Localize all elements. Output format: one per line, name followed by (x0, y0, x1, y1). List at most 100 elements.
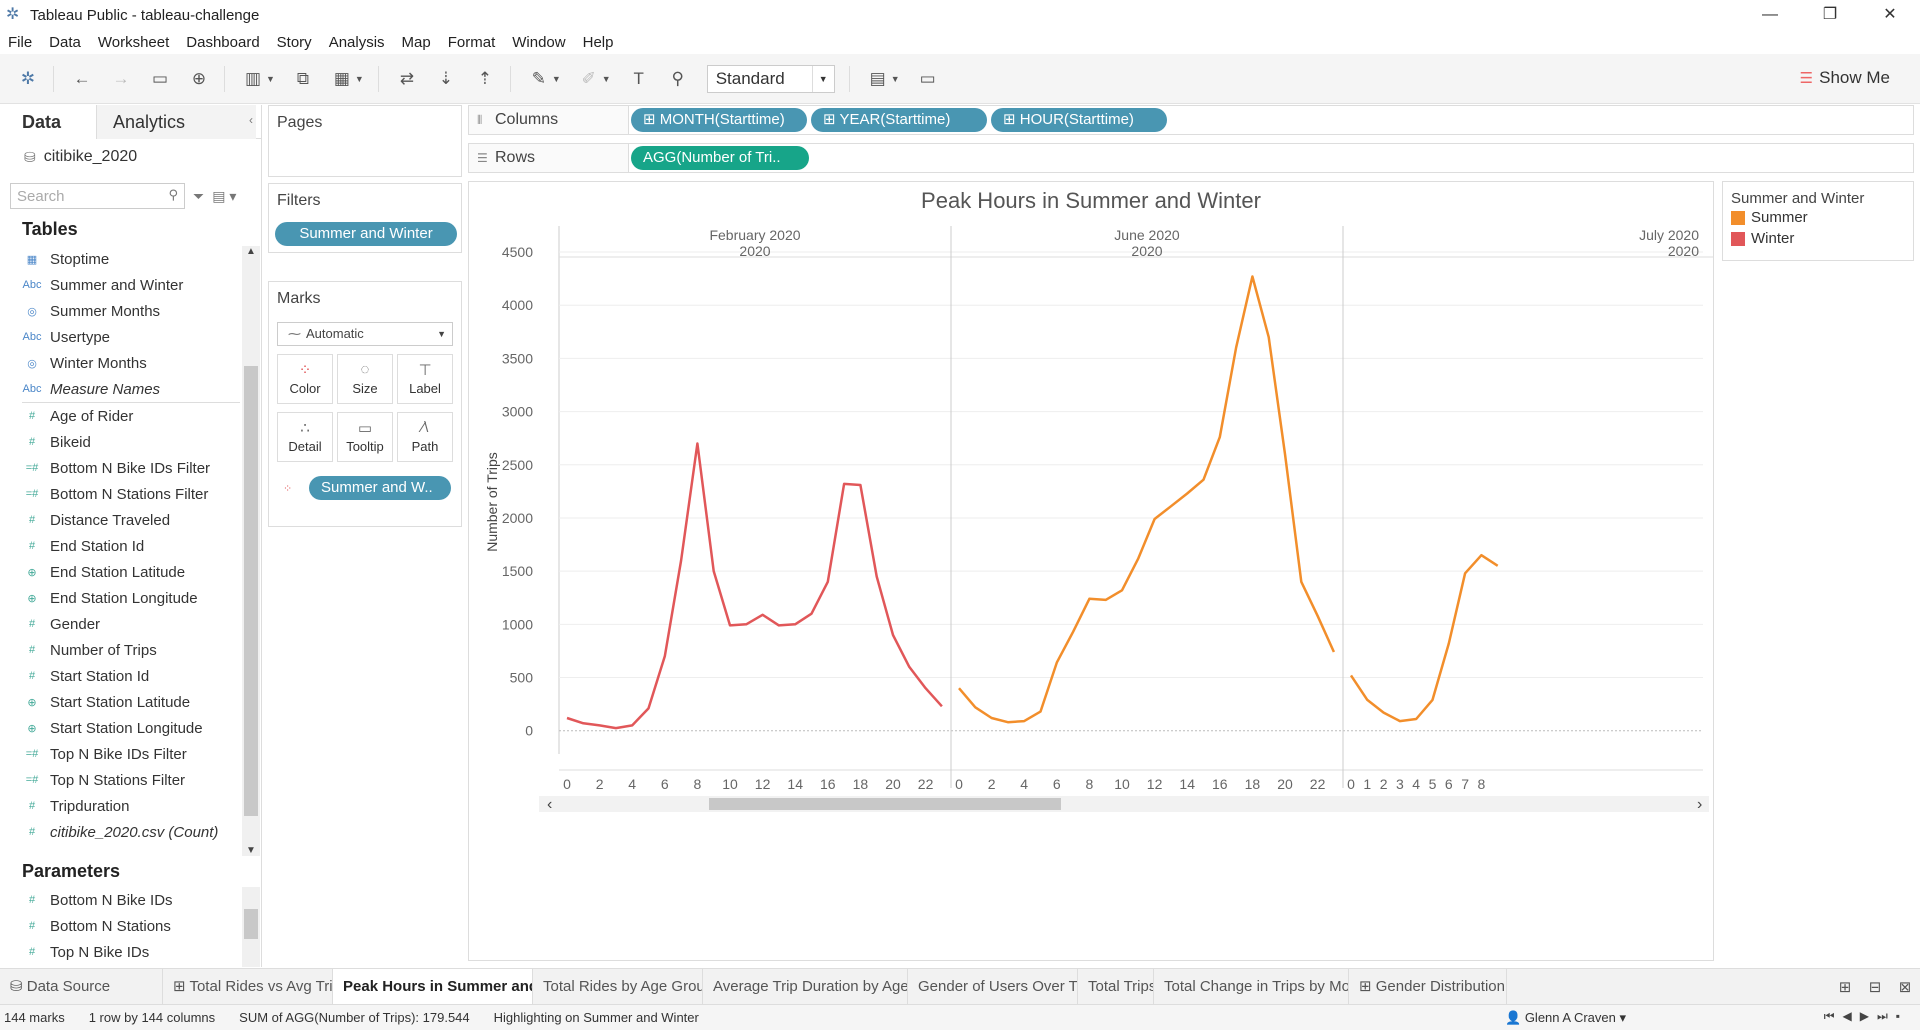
field-item[interactable]: # Distance Traveled (0, 507, 240, 533)
sheet-tab[interactable]: ⊞ Gender Distribution (1349, 968, 1507, 1005)
sheet-tab[interactable]: Gender of Users Over Time (908, 968, 1078, 1005)
mark-type-select[interactable]: ⁓ Automatic ▼ (277, 322, 453, 346)
legend-item-summer[interactable]: Summer (1723, 207, 1913, 228)
rows-pill[interactable]: AGG(Number of Tri.. (631, 146, 809, 170)
field-item[interactable]: =# Top N Bike IDs Filter (0, 741, 240, 767)
redo-icon[interactable]: → (110, 68, 132, 90)
field-item[interactable]: ⊕ Start Station Latitude (0, 689, 240, 715)
field-item[interactable]: ◎ Winter Months (0, 350, 240, 376)
datasource-item[interactable]: ⛁ citibike_2020 (0, 139, 261, 175)
sheet-tab[interactable]: Total Rides by Age Groups (533, 968, 703, 1005)
swap-rows-columns-icon[interactable]: ⇄ (396, 68, 418, 90)
parameter-item[interactable]: # Bottom N Bike IDs (0, 887, 240, 913)
field-item[interactable]: ▦ Stoptime (0, 246, 240, 272)
filters-card[interactable]: Filters Summer and Winter (268, 183, 462, 253)
sheet-tab[interactable]: Total Trips (1078, 968, 1154, 1005)
sort-descending-icon[interactable]: ⇡ (474, 68, 496, 90)
menu-help[interactable]: Help (583, 34, 614, 51)
new-dashboard-tab-icon[interactable]: ⊟ (1860, 978, 1890, 996)
chevron-down-icon[interactable]: ▼ (602, 74, 611, 84)
fit-select[interactable]: Standard ▼ (706, 64, 835, 93)
field-item[interactable]: ◎ Summer Months (0, 298, 240, 324)
new-datasource-icon[interactable]: ⊕ (188, 68, 210, 90)
field-item[interactable]: # Number of Trips (0, 637, 240, 663)
group-icon[interactable]: ✐ (578, 68, 600, 90)
chevron-down-icon[interactable]: ▼ (552, 74, 561, 84)
chevron-down-icon[interactable]: ▼ (891, 74, 900, 84)
scrollbar-thumb[interactable] (244, 366, 258, 816)
field-item[interactable]: # Gender (0, 611, 240, 637)
highlight-icon[interactable]: ✎ (528, 68, 550, 90)
path-button[interactable]: ⁄\ Path (397, 412, 453, 462)
field-item[interactable]: Abc Measure Names (0, 376, 240, 402)
rows-shelf[interactable]: ☰ Rows AGG(Number of Tri.. (468, 143, 1914, 173)
restore-button[interactable]: ❐ (1800, 0, 1860, 30)
search-input[interactable]: Search ⚲ (10, 183, 185, 209)
pin-axes-icon[interactable]: ⚲ (667, 68, 689, 90)
field-item[interactable]: # Start Station Id (0, 663, 240, 689)
sheet-tab[interactable]: ⊞ Total Rides vs Avg Trip Durati... (163, 968, 333, 1005)
columns-pill-month[interactable]: ⊞ MONTH(Starttime) (631, 108, 807, 132)
sheet-tab[interactable]: Total Change in Trips by Month (1154, 968, 1349, 1005)
show-cards-icon[interactable]: ▤ (867, 68, 889, 90)
filter-icon[interactable]: ⏷ (193, 188, 204, 205)
legend-item-winter[interactable]: Winter (1723, 228, 1913, 249)
chevron-down-icon[interactable]: ▼ (355, 74, 364, 84)
new-worksheet-tab-icon[interactable]: ⊞ (1830, 978, 1860, 996)
filter-pill[interactable]: Summer and Winter (275, 222, 457, 246)
presentation-mode-icon[interactable]: ▭ (917, 68, 939, 90)
field-list-scrollbar[interactable]: ▲ ▼ (242, 246, 260, 856)
menu-data[interactable]: Data (49, 34, 81, 51)
close-button[interactable]: ✕ (1860, 0, 1920, 30)
color-legend[interactable]: Summer and Winter Summer Winter (1722, 181, 1914, 261)
sheet-navigation-icons[interactable]: ⏮◀▶⏭▪ (1824, 1009, 1908, 1024)
parameter-item[interactable]: # Bottom N Stations (0, 913, 240, 939)
worksheet-view[interactable]: Peak Hours in Summer and Winter 0 500 1000 1… (468, 181, 1714, 961)
scroll-down-icon[interactable]: ▼ (242, 845, 260, 856)
clear-sheet-icon[interactable]: ▦ (331, 68, 353, 90)
scroll-up-icon[interactable]: ▲ (242, 246, 260, 257)
menu-window[interactable]: Window (512, 34, 565, 51)
field-item[interactable]: ⊕ End Station Longitude (0, 585, 240, 611)
user-menu[interactable]: 👤 Glenn A Craven ▾ (1505, 1010, 1626, 1026)
show-me-button[interactable]: ☰ Show Me (1800, 68, 1890, 88)
parameter-list-scrollbar[interactable] (242, 887, 260, 967)
menu-worksheet[interactable]: Worksheet (98, 34, 169, 51)
tooltip-button[interactable]: ▭ Tooltip (337, 412, 393, 462)
field-item[interactable]: =# Bottom N Bike IDs Filter (0, 455, 240, 481)
line-chart[interactable]: Peak Hours in Summer and Winter050010001… (469, 182, 1713, 960)
field-item[interactable]: # Tripduration (0, 793, 240, 819)
field-item[interactable]: ⊕ Start Station Longitude (0, 715, 240, 741)
field-item[interactable]: =# Top N Stations Filter (0, 767, 240, 793)
field-item[interactable]: =# Bottom N Stations Filter (0, 481, 240, 507)
sort-ascending-icon[interactable]: ⇣ (435, 68, 457, 90)
sheet-tab[interactable]: Peak Hours in Summer and Wi... (333, 968, 533, 1005)
sheet-tab[interactable]: Average Trip Duration by Age Gr... (703, 968, 908, 1005)
pages-card[interactable]: Pages (268, 105, 462, 177)
menu-story[interactable]: Story (277, 34, 312, 51)
field-item[interactable]: Abc Usertype (0, 324, 240, 350)
tab-data[interactable]: Data (0, 105, 96, 139)
sheet-tab[interactable]: ⛁ Data Source (0, 968, 163, 1005)
label-button[interactable]: ⊤ Label (397, 354, 453, 404)
new-story-tab-icon[interactable]: ⊠ (1890, 978, 1920, 996)
columns-pill-hour[interactable]: ⊞ HOUR(Starttime) (991, 108, 1167, 132)
parameter-item[interactable]: # Top N Bike IDs (0, 939, 240, 965)
save-icon[interactable]: ▭ (149, 68, 171, 90)
menu-dashboard[interactable]: Dashboard (186, 34, 259, 51)
show-labels-icon[interactable]: T (628, 68, 650, 90)
columns-pill-year[interactable]: ⊞ YEAR(Starttime) (811, 108, 987, 132)
duplicate-sheet-icon[interactable]: ⧉ (292, 68, 314, 90)
collapse-pane-icon[interactable]: ‹ (249, 113, 253, 127)
menu-format[interactable]: Format (448, 34, 496, 51)
tab-analytics[interactable]: Analytics (96, 105, 256, 139)
tableau-home-icon[interactable]: ✲ (17, 68, 39, 90)
size-button[interactable]: ◌ Size (337, 354, 393, 404)
field-item[interactable]: # citibike_2020.csv (Count) (0, 819, 240, 845)
menu-map[interactable]: Map (402, 34, 431, 51)
view-options-icon[interactable]: ▤ ▾ (212, 188, 236, 205)
scrollbar-thumb[interactable] (244, 909, 258, 939)
new-worksheet-icon[interactable]: ▥ (242, 68, 264, 90)
color-field-pill[interactable]: Summer and W.. (309, 476, 451, 500)
minimize-button[interactable]: — (1740, 0, 1800, 30)
